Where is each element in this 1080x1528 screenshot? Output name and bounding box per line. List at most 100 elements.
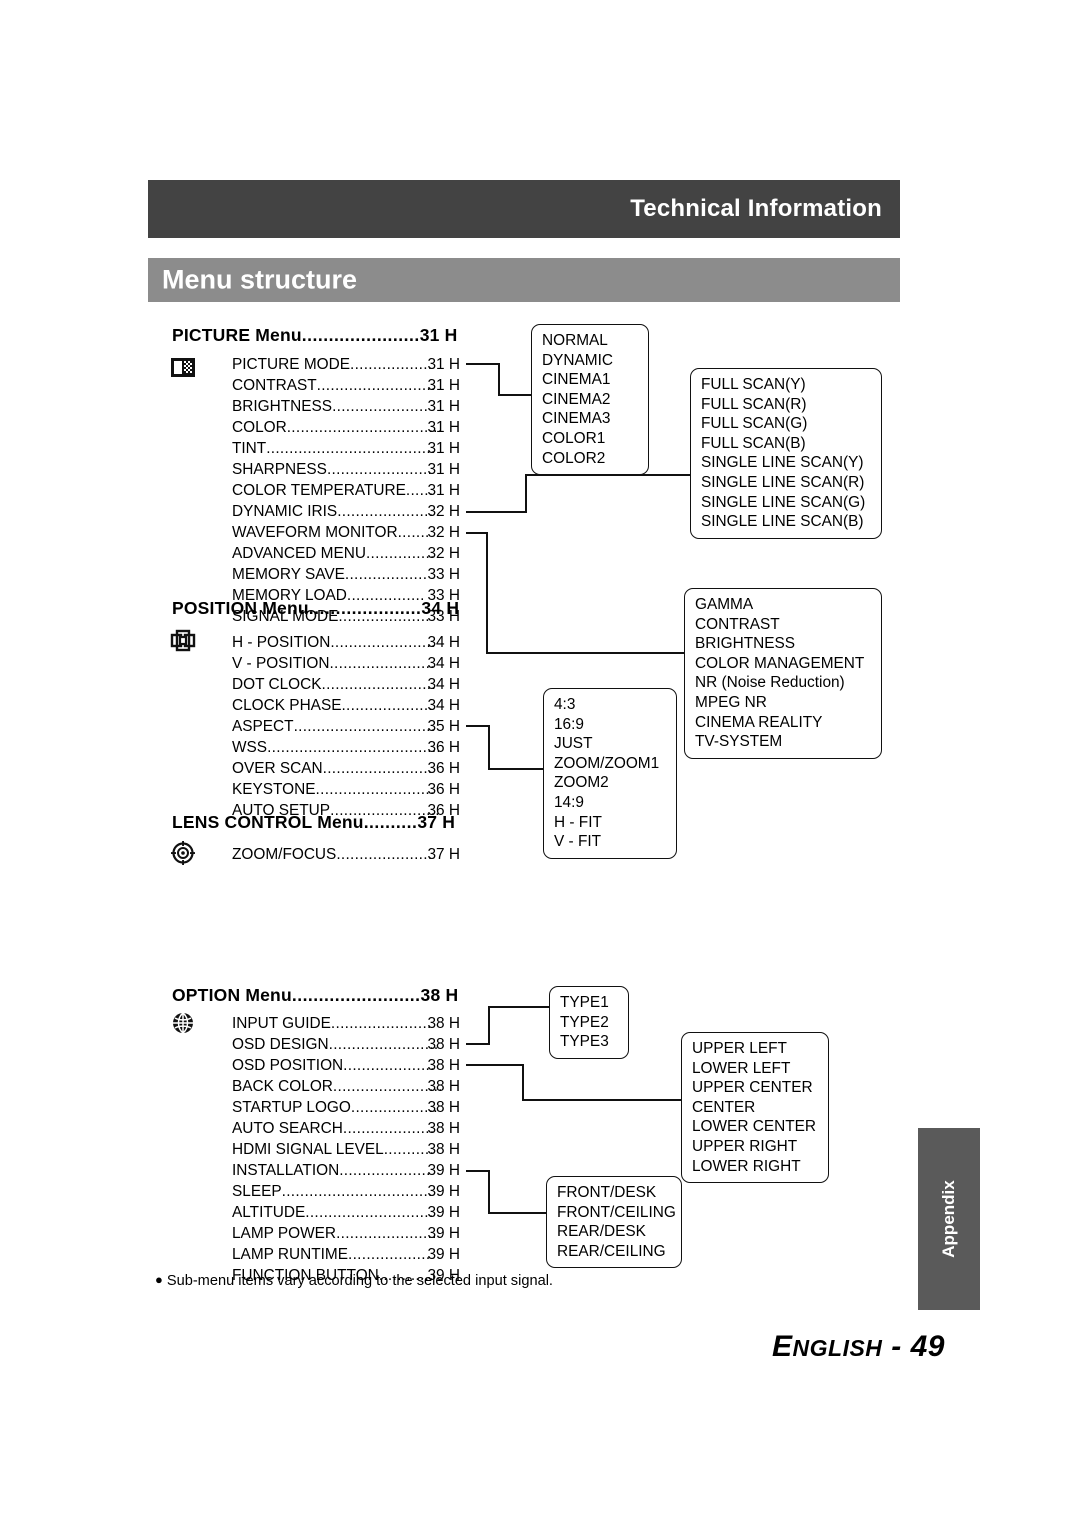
connector-line — [466, 532, 488, 534]
connector-line — [498, 394, 532, 396]
menu-heading-picture: PICTURE Menu......................31 H — [172, 325, 458, 345]
menu-item[interactable]: DOT CLOCK 34 H......................... — [232, 675, 460, 694]
section-header-bar: Technical Information — [148, 180, 900, 238]
connector-line — [525, 474, 527, 513]
callout-line: V - FIT — [554, 833, 602, 851]
menu-item[interactable]: PICTURE MODE 31 H.................. — [232, 355, 460, 374]
callout-line: FRONT/CEILING — [557, 1203, 676, 1221]
callout-waveform-monitor: FULL SCAN(Y) FULL SCAN(R) FULL SCAN(G) F… — [690, 368, 882, 539]
menu-item[interactable]: BRIGHTNESS 31 H..................... — [232, 397, 460, 416]
callout-line: REAR/CEILING — [557, 1242, 666, 1260]
menu-heading-option: OPTION Menu........................38 H — [172, 985, 459, 1005]
connector-line — [488, 1006, 490, 1045]
menu-item[interactable]: HDMI SIGNAL LEVEL 38 H........... — [232, 1140, 460, 1159]
callout-line: TV-SYSTEM — [695, 733, 783, 751]
callout-line: TYPE3 — [560, 1033, 609, 1051]
menu-item[interactable]: H - POSITION 34 H....................... — [232, 633, 460, 652]
menu-item[interactable]: ZOOM/FOCUS 37 H..................... — [232, 845, 460, 864]
callout-line: ZOOM2 — [554, 774, 609, 792]
menu-item[interactable]: ALTITUDE 39 H............................ — [232, 1203, 460, 1222]
picture-mode-icon — [170, 355, 196, 381]
menu-item[interactable]: COLOR TEMPERATURE 31 H...... — [232, 481, 460, 500]
callout-advanced-menu: GAMMA CONTRAST BRIGHTNESS COLOR MANAGEME… — [684, 588, 882, 759]
menu-item[interactable]: V - POSITION 34 H....................... — [232, 654, 460, 673]
callout-line: 16:9 — [554, 715, 584, 733]
callout-line: 14:9 — [554, 793, 584, 811]
section-title: Technical Information — [630, 195, 882, 222]
appendix-tab: Appendix — [918, 1128, 980, 1310]
callout-line: UPPER RIGHT — [692, 1137, 798, 1155]
connector-line — [522, 1099, 682, 1101]
callout-line: LOWER LEFT — [692, 1059, 791, 1077]
callout-line: SINGLE LINE SCAN(Y) — [701, 454, 864, 472]
callout-picture-mode: NORMAL DYNAMIC CINEMA1 CINEMA2 CINEMA3 C… — [531, 324, 649, 476]
callout-line: CINEMA REALITY — [695, 713, 823, 731]
callout-line: FULL SCAN(B) — [701, 434, 806, 452]
callout-line: NORMAL — [542, 332, 608, 349]
callout-aspect: 4:3 16:9 JUST ZOOM/ZOOM1 ZOOM2 14:9 H - … — [543, 688, 677, 859]
connector-line — [466, 363, 500, 365]
callout-line: JUST — [554, 735, 593, 753]
bullet-icon: ● — [155, 1272, 163, 1287]
page-title-bar: Menu structure — [148, 258, 900, 302]
footnote: ● Sub-menu items vary according to the se… — [155, 1272, 553, 1289]
menu-item[interactable]: OSD POSITION 38 H.................... — [232, 1056, 460, 1075]
callout-osd-design: TYPE1 TYPE2 TYPE3 — [549, 986, 629, 1059]
connector-line — [466, 511, 527, 513]
callout-line: COLOR MANAGEMENT — [695, 654, 865, 672]
menu-item[interactable]: STARTUP LOGO 38 H................... — [232, 1098, 460, 1117]
menu-item[interactable]: TINT 31 H................................… — [232, 439, 460, 458]
menu-item[interactable]: INSTALLATION 39 H.................... — [232, 1161, 460, 1180]
callout-installation: FRONT/DESK FRONT/CEILING REAR/DESK REAR/… — [546, 1176, 682, 1269]
callout-line: FULL SCAN(G) — [701, 415, 808, 433]
callout-line: NR (Noise Reduction) — [695, 674, 845, 692]
callout-line: SINGLE LINE SCAN(B) — [701, 513, 864, 531]
menu-item[interactable]: SHARPNESS 31 H....................... — [232, 460, 460, 479]
language-page-label: ENGLISH - 49 — [772, 1330, 945, 1363]
connector-line — [466, 1170, 490, 1172]
position-icon — [170, 628, 196, 654]
globe-icon — [170, 1010, 196, 1036]
menu-item[interactable]: OVER SCAN 36 H........................ — [232, 759, 460, 778]
menu-item[interactable]: LAMP POWER 39 H...................... — [232, 1224, 460, 1243]
menu-item[interactable]: WSS 36 H.................................… — [232, 738, 460, 757]
callout-line: SINGLE LINE SCAN(R) — [701, 473, 865, 491]
callout-line: LOWER CENTER — [692, 1118, 816, 1136]
callout-line: ZOOM/ZOOM1 — [554, 754, 660, 772]
menu-item[interactable]: BACK COLOR 38 H........................ — [232, 1077, 460, 1096]
menu-item[interactable]: COLOR 31 H...............................… — [232, 418, 460, 437]
callout-line: CONTRAST — [695, 615, 780, 633]
menu-item[interactable]: INPUT GUIDE 38 H...................... — [232, 1014, 460, 1033]
callout-line: SINGLE LINE SCAN(G) — [701, 493, 866, 511]
menu-heading-lens-control: LENS CONTROL Menu..........37 H — [172, 812, 456, 832]
callout-line: BRIGHTNESS — [695, 635, 796, 653]
connector-line — [486, 532, 488, 653]
menu-item[interactable]: SLEEP 39 H...............................… — [232, 1182, 460, 1201]
connector-line — [488, 768, 544, 770]
connector-line — [488, 1212, 546, 1214]
connector-line — [466, 1064, 524, 1066]
callout-line: COLOR2 — [542, 449, 606, 467]
callout-line: CINEMA2 — [542, 390, 611, 408]
menu-item[interactable]: DYNAMIC IRIS 32 H..................... — [232, 502, 460, 521]
menu-item[interactable]: AUTO SEARCH 38 H.................... — [232, 1119, 460, 1138]
callout-osd-position: UPPER LEFT LOWER LEFT UPPER CENTER CENTE… — [681, 1032, 829, 1184]
connector-line — [522, 1064, 524, 1101]
menu-item[interactable]: WAVEFORM MONITOR 32 H....... — [232, 523, 460, 542]
menu-item[interactable]: MEMORY SAVE 33 H.................. — [232, 565, 460, 584]
menu-item[interactable]: ASPECT 35 H..............................… — [232, 717, 460, 736]
callout-line: COLOR1 — [542, 429, 606, 447]
connector-line — [498, 363, 500, 395]
connector-line — [486, 652, 686, 654]
menu-item[interactable]: ADVANCED MENU 32 H............... — [232, 544, 460, 563]
menu-item[interactable]: LAMP RUNTIME 39 H.................. — [232, 1245, 460, 1264]
callout-line: LOWER RIGHT — [692, 1157, 801, 1175]
lens-focus-icon — [170, 840, 196, 866]
callout-line: MPEG NR — [695, 693, 767, 711]
callout-line: UPPER LEFT — [692, 1040, 787, 1057]
menu-item[interactable]: KEYSTONE 36 H.......................... — [232, 780, 460, 799]
manual-page: Technical Information Menu structure PIC… — [0, 0, 1080, 1528]
menu-item[interactable]: CLOCK PHASE 34 H.................... — [232, 696, 460, 715]
menu-item[interactable]: CONTRAST 31 H.......................... — [232, 376, 460, 395]
menu-item[interactable]: OSD DESIGN 38 H........................ — [232, 1035, 460, 1054]
